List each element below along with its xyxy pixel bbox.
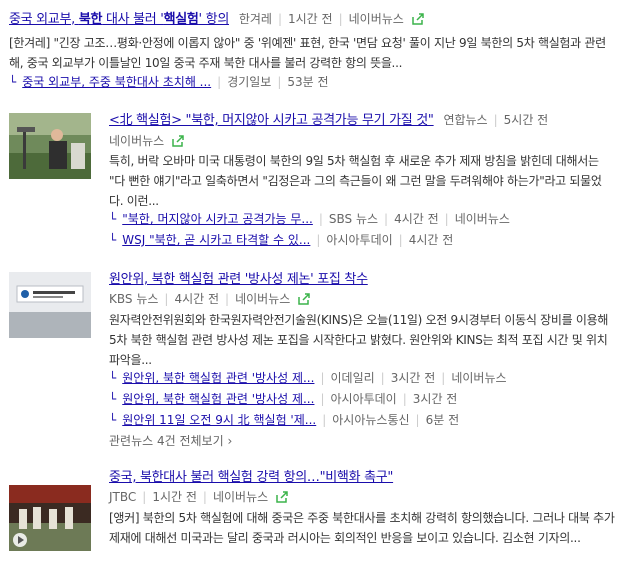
news-time: 5시간 전: [503, 113, 549, 127]
news-time: 1시간 전: [152, 490, 197, 504]
news-source[interactable]: SBS 뉴스: [329, 212, 378, 226]
sub-arrow-icon: └: [109, 413, 117, 427]
share-icon[interactable]: [298, 292, 311, 305]
play-icon[interactable]: [13, 533, 27, 547]
news-time: 3시간 전: [412, 392, 458, 406]
news-title-link[interactable]: 중국 외교부, 북한 대사 불러 '핵실험' 항의: [9, 12, 229, 27]
news-snippet: 특히, 버락 오바마 미국 대통령이 북한의 9일 5차 핵실험 후 새로운 추…: [109, 154, 602, 208]
news-title-row: <北 핵실험> "북한, 머지않아 시카고 공격가능 무기 가질 것" 연합뉴스…: [109, 113, 549, 128]
news-time: 1시간 전: [287, 12, 333, 26]
news-thumbnail[interactable]: [9, 272, 91, 338]
news-source[interactable]: 아시아투데이: [326, 233, 392, 247]
related-news-link[interactable]: 원안위, 북한 핵실험 관련 '방사성 제...: [122, 392, 314, 406]
related-news-row: └ 원안위, 북한 핵실험 관련 '방사성 제... | 이데일리 | 3시간 전 | 네이버…: [109, 371, 507, 385]
chevron-right-icon: ›: [223, 434, 233, 448]
sub-arrow-icon: └: [9, 75, 17, 89]
news-snippet: 원자력안전위원회와 한국원자력안전기술원(KINS)은 오늘(11일) 오전 9…: [109, 313, 609, 367]
news-snippet: [앵커] 북한의 5차 핵실험에 대해 중국은 주중 북한대사를 초치해 강력히…: [109, 511, 615, 545]
related-news-more-link[interactable]: 관련뉴스 4건 전체보기 ›: [109, 432, 232, 449]
news-source[interactable]: KBS 뉴스: [109, 292, 158, 306]
meta-row: JTBC | 1시간 전 | 네이버뉴스: [109, 488, 289, 506]
news-title-row: 중국 외교부, 북한 대사 불러 '핵실험' 항의 한겨레 | 1시간 전 | 네이버뉴…: [9, 10, 425, 28]
share-icon[interactable]: [411, 12, 425, 25]
share-icon[interactable]: [172, 134, 185, 147]
news-time: 4시간 전: [408, 233, 454, 247]
news-source[interactable]: 연합뉴스: [443, 113, 487, 127]
news-time: 3시간 전: [390, 371, 436, 385]
sub-arrow-icon: └: [109, 392, 117, 406]
portal-row: 네이버뉴스: [109, 132, 185, 150]
related-news-row: └ 중국 외교부, 주중 북한대사 초치해 ... | 경기일보 | 53분 전: [9, 75, 329, 89]
news-title-row: 중국, 북한대사 불러 핵실험 강력 항의…"비핵화 촉구": [109, 468, 393, 486]
portal-link[interactable]: 네이버뉴스: [235, 292, 290, 306]
related-news-link[interactable]: WSJ "북한, 곧 시카고 타격할 수 있...: [122, 233, 310, 247]
portal-link[interactable]: 네이버뉴스: [109, 134, 164, 148]
related-news-link[interactable]: 원안위, 북한 핵실험 관련 '방사성 제...: [122, 371, 314, 385]
news-time: 4시간 전: [394, 212, 439, 226]
news-source[interactable]: JTBC: [109, 490, 136, 504]
related-news-link[interactable]: 원안위 11일 오전 9시 北 핵실험 '제...: [122, 413, 316, 427]
related-news-row: └ 원안위, 북한 핵실험 관련 '방사성 제... | 아시아투데이 | 3시간 전: [109, 392, 458, 406]
portal-link[interactable]: 네이버뉴스: [349, 12, 404, 26]
related-news-row: └ "북한, 머지않아 시카고 공격가능 무... | SBS 뉴스 | 4시간 전 | 네이…: [109, 212, 510, 226]
portal-link[interactable]: 네이버뉴스: [455, 212, 510, 226]
news-title-row: 원안위, 북한 핵실험 관련 '방사성 제논' 포집 착수: [109, 270, 368, 288]
news-time: 53분 전: [287, 75, 329, 89]
news-time: 4시간 전: [174, 292, 220, 306]
news-thumbnail[interactable]: [9, 113, 91, 179]
share-icon[interactable]: [276, 490, 289, 503]
news-thumbnail[interactable]: [9, 485, 91, 551]
portal-link[interactable]: 네이버뉴스: [213, 490, 268, 504]
news-source[interactable]: 아시아뉴스통신: [332, 413, 409, 427]
news-snippet: [한겨레] "긴장 고조…평화·안정에 이롭지 않아" 중 '위예젠' 표현, …: [9, 36, 606, 70]
portal-link[interactable]: 네이버뉴스: [451, 371, 506, 385]
news-title-link[interactable]: <北 핵실험> "북한, 머지않아 시카고 공격가능 무기 가질 것": [109, 113, 434, 128]
news-source[interactable]: 아시아투데이: [330, 392, 396, 406]
meta-row: KBS 뉴스 | 4시간 전 | 네이버뉴스: [109, 290, 311, 308]
sub-arrow-icon: └: [109, 233, 117, 247]
sub-arrow-icon: └: [109, 212, 117, 226]
news-source[interactable]: 한겨레: [239, 12, 272, 26]
related-news-link[interactable]: 중국 외교부, 주중 북한대사 초치해 ...: [22, 75, 211, 89]
news-source[interactable]: 경기일보: [227, 75, 271, 89]
related-news-row: └ 원안위 11일 오전 9시 北 핵실험 '제... | 아시아뉴스통신 | 6분 전: [109, 413, 460, 427]
sub-arrow-icon: └: [109, 371, 117, 385]
news-title-link[interactable]: 중국, 북한대사 불러 핵실험 강력 항의…"비핵화 촉구": [109, 470, 393, 485]
news-source[interactable]: 이데일리: [330, 371, 374, 385]
related-news-link[interactable]: "북한, 머지않아 시카고 공격가능 무...: [122, 212, 313, 226]
related-news-row: └ WSJ "북한, 곧 시카고 타격할 수 있... | 아시아투데이 | 4시간 전: [109, 233, 454, 247]
news-title-link[interactable]: 원안위, 북한 핵실험 관련 '방사성 제논' 포집 착수: [109, 272, 368, 287]
news-time: 6분 전: [425, 413, 460, 427]
